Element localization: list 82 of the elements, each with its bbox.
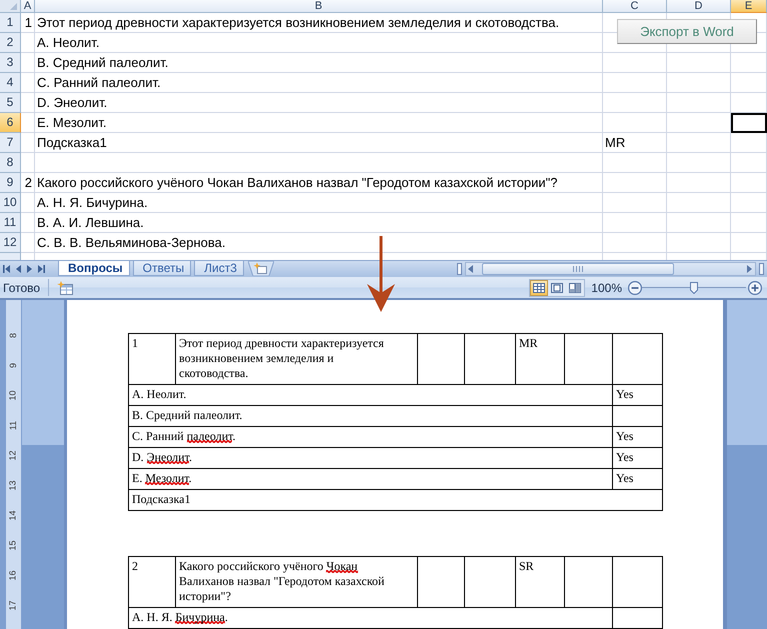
- slider-thumb[interactable]: [690, 282, 698, 294]
- normal-view-button[interactable]: [530, 280, 548, 296]
- table-cell: SR: [516, 556, 564, 608]
- last-sheet-icon[interactable]: [38, 265, 45, 273]
- zoom-in-icon[interactable]: [748, 280, 762, 294]
- ruler-number: 14: [9, 510, 18, 520]
- ruler-number: 9: [9, 362, 18, 368]
- table-cell: MR: [516, 334, 564, 384]
- row-header[interactable]: 10: [0, 193, 21, 213]
- cell-value[interactable]: Е. Мезолит.: [35, 113, 603, 133]
- column-header[interactable]: A: [21, 0, 35, 13]
- zoom-level: 100%: [591, 280, 622, 294]
- cell-value[interactable]: 2: [21, 173, 35, 193]
- table-cell: Этот период древности характеризуется возникновением земледелия и скотоводства.: [176, 334, 418, 384]
- scroll-right-icon[interactable]: [747, 265, 752, 273]
- ruler-number: 8: [9, 332, 18, 338]
- split-page-icon: [569, 282, 582, 292]
- cell-value[interactable]: С. В. В. Вельяминова-Зернова.: [35, 233, 603, 253]
- horizontal-scrollbar[interactable]: [465, 262, 756, 276]
- table-cell: Е. Мезолит.: [128, 468, 612, 490]
- table-cell: А. Неолит.: [128, 384, 612, 406]
- column-header[interactable]: E: [731, 0, 767, 13]
- scroll-left-icon[interactable]: [468, 265, 473, 273]
- split-handle[interactable]: [759, 263, 764, 275]
- column-header[interactable]: D: [667, 0, 731, 13]
- ruler-number: 11: [9, 420, 18, 430]
- cell-value[interactable]: А. Неолит.: [35, 33, 603, 53]
- row-header[interactable]: 5: [0, 93, 21, 113]
- zoom-out-icon[interactable]: [628, 280, 642, 294]
- table-cell: В. Средний палеолит.: [128, 406, 612, 426]
- ruler-number: 17: [9, 600, 18, 610]
- ruler-number: 15: [9, 540, 18, 550]
- table-cell: D. Энеолит.: [128, 448, 612, 468]
- column-header[interactable]: C: [603, 0, 667, 13]
- cell-value[interactable]: В. Средний палеолит.: [35, 53, 603, 73]
- row-header[interactable]: 11: [0, 213, 21, 233]
- cell-value[interactable]: А. Н. Я. Бичурина.: [35, 193, 603, 213]
- selected-cell[interactable]: [731, 113, 767, 133]
- table-cell: Подсказка1: [128, 490, 662, 510]
- page-icon: [551, 282, 564, 292]
- ruler-number: 10: [9, 390, 18, 400]
- cell-value[interactable]: С. Ранний палеолит.: [35, 73, 603, 93]
- row-header[interactable]: 12: [0, 233, 21, 253]
- row-header[interactable]: 4: [0, 73, 21, 93]
- table-cell: 2: [128, 556, 176, 608]
- cell-value[interactable]: Какого российского учёного Чокан Валиханов назвал "Геродотом казахской истории"?: [35, 173, 603, 193]
- row-header[interactable]: 1: [0, 13, 21, 33]
- cell-value[interactable]: Подсказка1: [35, 133, 603, 153]
- table-cell: Yes: [612, 384, 662, 406]
- ruler-number: 12: [9, 450, 18, 460]
- table-cell: Какого российского учёного Чокан Валиханов назвал "Геродотом казахской истории"?: [176, 556, 418, 608]
- ruler-number: 16: [9, 570, 18, 580]
- cell-value[interactable]: MR: [603, 133, 667, 153]
- row-header[interactable]: 6: [0, 113, 21, 133]
- new-sheet-icon[interactable]: [248, 261, 274, 276]
- status-text: Готово: [2, 280, 40, 294]
- table-cell: Yes: [612, 426, 662, 448]
- table-cell: А. Н. Я. Бичурина.: [128, 608, 612, 628]
- row-header[interactable]: 9: [0, 173, 21, 193]
- cell-value[interactable]: 1: [21, 13, 35, 33]
- split-handle[interactable]: [457, 263, 462, 275]
- sheet-tab[interactable]: Лист3: [194, 261, 244, 276]
- cell-value[interactable]: Этот период древности характеризуется возникновением земледелия и скотоводства.: [35, 13, 603, 33]
- grid-icon: [533, 282, 546, 292]
- cell-value[interactable]: D. Энеолит.: [35, 93, 603, 113]
- table-cell: Yes: [612, 448, 662, 468]
- scrollbar-thumb[interactable]: [482, 263, 674, 275]
- row-header[interactable]: 7: [0, 133, 21, 153]
- row-header[interactable]: 3: [0, 53, 21, 73]
- sheet-tab[interactable]: Вопросы: [58, 261, 130, 276]
- ruler-number: 13: [9, 480, 18, 490]
- previous-sheet-icon[interactable]: [16, 265, 21, 273]
- table-cell: 1: [128, 334, 176, 384]
- column-header[interactable]: B: [35, 0, 603, 13]
- table-cell: Yes: [612, 468, 662, 490]
- row-header[interactable]: 2: [0, 33, 21, 53]
- first-sheet-icon[interactable]: [3, 265, 10, 273]
- cell-value[interactable]: В. А. И. Левшина.: [35, 213, 603, 233]
- row-header[interactable]: 8: [0, 153, 21, 173]
- sheet-tab[interactable]: Ответы: [132, 261, 192, 276]
- table-cell: С. Ранний палеолит.: [128, 426, 612, 448]
- next-sheet-icon[interactable]: [27, 265, 32, 273]
